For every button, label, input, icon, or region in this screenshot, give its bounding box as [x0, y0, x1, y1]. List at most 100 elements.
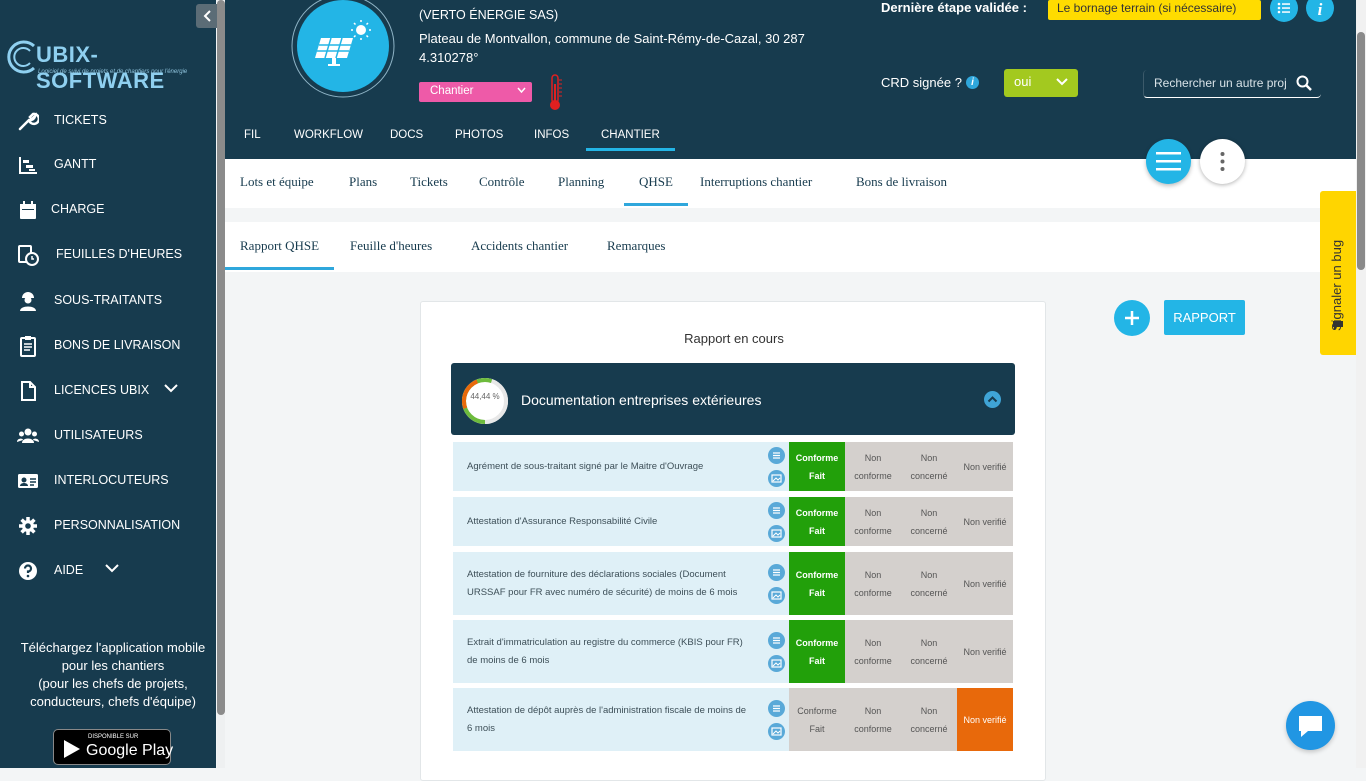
tab-feuille-heures[interactable]: Feuille d'heures	[350, 238, 432, 254]
option-non-conforme[interactable]: Non conforme	[845, 552, 901, 615]
last-step-badge[interactable]: Le bornage terrain (si nécessaire)	[1048, 0, 1261, 20]
option-non-verifie[interactable]: Non verifié	[957, 620, 1013, 683]
collapse-section-button[interactable]	[984, 391, 1001, 408]
add-report-button[interactable]	[1114, 300, 1150, 336]
sidebar-item-gantt[interactable]: GANTT	[0, 147, 216, 181]
tab-bons-livraison[interactable]: Bons de livraison	[856, 174, 947, 190]
sidebar-item-personnalisation[interactable]: PERSONNALISATION	[0, 508, 216, 542]
comment-button[interactable]	[768, 446, 785, 464]
option-non-verifie[interactable]: Non verifié	[957, 688, 1013, 751]
tab-fil[interactable]: FIL	[244, 129, 261, 141]
svg-text:i: i	[1318, 0, 1323, 19]
sidebar-item-bons-livraison[interactable]: BONS DE LIVRAISON	[0, 328, 216, 362]
photo-button[interactable]	[768, 586, 785, 604]
question-text: Attestation de fourniture des déclaratio…	[467, 568, 738, 598]
ubix-logo[interactable]: UBIX-SOFTWARE Logiciel de suivi de proje…	[6, 40, 216, 93]
more-options-button[interactable]	[1200, 139, 1245, 184]
scrollbar-thumb[interactable]	[1357, 32, 1365, 270]
sidebar-item-interlocuteurs[interactable]: INTERLOCUTEURS	[0, 463, 216, 497]
search-input[interactable]	[1154, 75, 1286, 91]
tab-planning[interactable]: Planning	[558, 174, 604, 190]
rapport-button[interactable]: RAPPORT	[1164, 300, 1245, 335]
option-non-concerne[interactable]: Non concerné	[901, 620, 957, 683]
scrollbar-thumb[interactable]	[217, 0, 225, 715]
gantt-icon	[19, 157, 37, 174]
option-conforme[interactable]: Conforme Fait	[789, 497, 845, 546]
tab-photos[interactable]: PHOTOS	[455, 129, 503, 141]
crd-info-icon[interactable]: i	[966, 76, 979, 89]
tab-lots-equipe[interactable]: Lots et équipe	[240, 174, 314, 190]
tab-tickets[interactable]: Tickets	[410, 174, 448, 190]
list-button[interactable]	[1270, 0, 1298, 22]
page-scrollbar[interactable]	[1356, 0, 1366, 768]
option-non-concerne[interactable]: Non concerné	[901, 442, 957, 491]
comment-button[interactable]	[768, 501, 785, 519]
option-non-conforme[interactable]: Non conforme	[845, 688, 901, 751]
sidebar-item-tickets[interactable]: TICKETS	[0, 103, 216, 137]
option-non-verifie[interactable]: Non verifié	[957, 552, 1013, 615]
tab-rapport-qhse[interactable]: Rapport QHSE	[225, 238, 335, 270]
image-icon	[771, 590, 782, 600]
tab-accidents[interactable]: Accidents chantier	[471, 238, 568, 254]
photo-button[interactable]	[768, 722, 785, 740]
chat-button[interactable]	[1286, 701, 1335, 750]
crd-select[interactable]: oui	[1004, 69, 1078, 97]
sidebar-item-feuilles-heures[interactable]: FEUILLES D'HEURES	[0, 237, 216, 271]
option-label: Non conforme	[854, 637, 892, 666]
option-label: Non verifié	[963, 578, 1007, 589]
sidebar-item-aide[interactable]: AIDE	[0, 553, 216, 587]
photo-button[interactable]	[768, 469, 785, 487]
report-bug-button[interactable]: Signaler un bug	[1320, 191, 1356, 355]
sidebar-item-sous-traitants[interactable]: SOUS-TRAITANTS	[0, 283, 216, 317]
comment-button[interactable]	[768, 563, 785, 581]
search-icon[interactable]	[1296, 75, 1312, 91]
menu-button[interactable]	[1146, 139, 1191, 184]
list-icon	[1277, 2, 1290, 14]
logo-icon	[7, 40, 36, 74]
photo-button[interactable]	[768, 524, 785, 542]
option-non-conforme[interactable]: Non conforme	[845, 620, 901, 683]
option-non-verifie[interactable]: Non verifié	[957, 442, 1013, 491]
option-non-conforme[interactable]: Non conforme	[845, 442, 901, 491]
tab-infos[interactable]: INFOS	[534, 129, 569, 141]
option-conforme[interactable]: Conforme Fait	[789, 552, 845, 615]
sidebar-item-charge[interactable]: CHARGE	[0, 192, 216, 226]
option-conforme[interactable]: Conforme Fait	[789, 688, 845, 751]
section-title: Documentation entreprises extérieures	[521, 392, 762, 408]
tab-qhse[interactable]: QHSE	[624, 174, 688, 206]
chevron-down-icon	[517, 87, 526, 94]
option-non-concerne[interactable]: Non concerné	[901, 688, 957, 751]
checklist-row: Agrément de sous-traitant signé par le M…	[451, 442, 1015, 491]
project-coordinates: 4.310278°	[419, 50, 479, 65]
comment-button[interactable]	[768, 699, 785, 717]
option-conforme[interactable]: Conforme Fait	[789, 442, 845, 491]
tab-chantier[interactable]: CHANTIER	[586, 129, 675, 151]
option-non-concerne[interactable]: Non concerné	[901, 497, 957, 546]
id-card-icon	[18, 474, 38, 488]
info-button[interactable]: i	[1306, 0, 1334, 22]
list-icon	[773, 704, 780, 712]
solar-panel-avatar	[291, 0, 395, 98]
project-status-select[interactable]: Chantier	[419, 82, 532, 102]
option-non-verifie[interactable]: Non verifié	[957, 497, 1013, 546]
option-conforme[interactable]: Conforme Fait	[789, 620, 845, 683]
section-header[interactable]: 44,44 % Documentation entreprises extéri…	[451, 363, 1015, 435]
sidebar-item-licences[interactable]: LICENCES UBIX	[0, 373, 216, 407]
tab-remarques[interactable]: Remarques	[607, 238, 665, 254]
sidebar-item-label: AIDE	[54, 563, 84, 577]
tab-plans[interactable]: Plans	[349, 174, 377, 190]
sidebar-item-utilisateurs[interactable]: UTILISATEURS	[0, 418, 216, 452]
comment-button[interactable]	[768, 631, 785, 649]
option-non-concerne[interactable]: Non concerné	[901, 552, 957, 615]
google-play-badge[interactable]: DISPONIBLE SUR Google Play	[53, 729, 173, 765]
progress-donut	[462, 378, 508, 424]
image-icon	[771, 658, 782, 668]
tab-controle[interactable]: Contrôle	[479, 174, 525, 190]
tab-interruptions[interactable]: Interruptions chantier	[700, 174, 812, 190]
sidebar-scrollbar[interactable]	[217, 0, 225, 768]
tab-docs[interactable]: DOCS	[390, 129, 423, 141]
option-non-conforme[interactable]: Non conforme	[845, 497, 901, 546]
option-label: Conforme Fait	[795, 452, 839, 481]
photo-button[interactable]	[768, 654, 785, 672]
tab-workflow[interactable]: WORKFLOW	[294, 129, 363, 141]
